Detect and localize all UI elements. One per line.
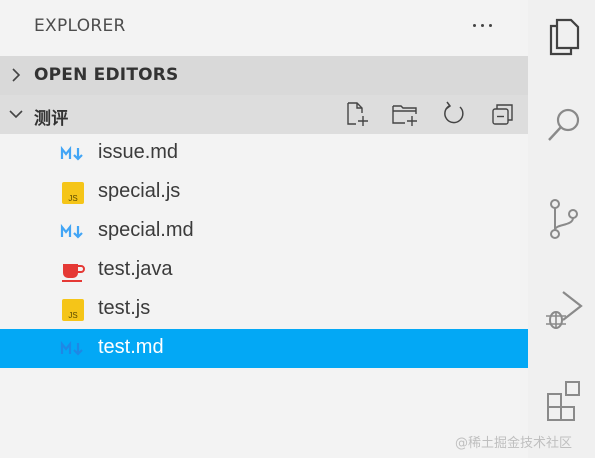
java-icon [62,264,85,282]
file-name: test.md [98,336,164,358]
svg-text:JS: JS [68,194,77,203]
new-folder-icon[interactable] [390,99,420,129]
file-row-special-md[interactable]: special.md [0,212,528,251]
open-editors-label: OPEN EDITORS [34,65,179,85]
markdown-icon [60,223,83,239]
run-debug-icon[interactable] [543,288,585,334]
file-name: test.java [98,258,173,280]
file-name: special.js [98,180,181,202]
file-name: issue.md [98,141,179,163]
collapse-all-icon[interactable] [488,99,518,129]
source-control-icon[interactable] [543,196,585,242]
file-row-test-java[interactable]: test.java [0,251,528,290]
file-row-test-js[interactable]: JS test.js [0,290,528,329]
file-row-test-md[interactable]: test.md [0,329,528,368]
explorer-panel: EXPLORER OPEN EDITORS 测评 issue.md JS spe… [0,0,528,458]
markdown-icon [60,145,83,161]
file-row-issue-md[interactable]: issue.md [0,134,528,173]
chevron-down-icon [9,110,23,119]
open-editors-header[interactable]: OPEN EDITORS [0,56,528,95]
folder-label: 测评 [34,109,69,129]
svg-text:JS: JS [68,311,77,320]
extensions-icon[interactable] [543,378,585,424]
file-row-special-js[interactable]: JS special.js [0,173,528,212]
javascript-icon: JS [62,182,84,204]
chevron-right-icon [12,68,21,82]
explorer-title: EXPLORER [34,16,126,36]
folder-header[interactable]: 测评 [0,95,528,134]
watermark: @稀土掘金技术社区 [455,436,573,451]
markdown-icon [60,340,83,356]
file-name: test.js [98,297,151,319]
javascript-icon: JS [62,299,84,321]
file-name: special.md [98,219,194,241]
activity-bar [528,0,595,458]
search-icon[interactable] [543,102,585,148]
refresh-icon[interactable] [439,99,469,129]
files-icon[interactable] [543,12,585,58]
new-file-icon[interactable] [342,99,372,129]
explorer-titlebar: EXPLORER [0,0,528,55]
ellipsis-icon[interactable] [468,12,498,40]
